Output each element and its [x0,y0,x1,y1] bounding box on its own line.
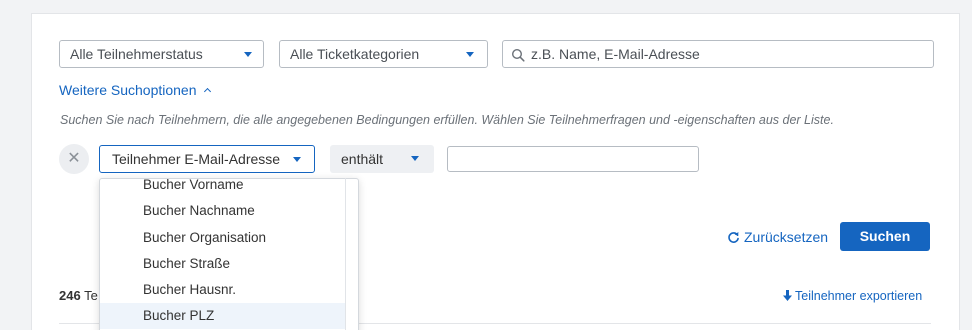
dropdown-item-bucher-strasse[interactable]: Bucher Straße [100,251,345,277]
result-count-suffix: Te [84,288,98,303]
caret-down-icon [411,156,419,161]
export-label: Teilnehmer exportieren [795,289,923,303]
dropdown-scrollbar[interactable] [345,178,346,330]
condition-value-input[interactable] [447,146,699,172]
condition-hint: Suchen Sie nach Teilnehmern, die alle an… [60,113,834,127]
condition-field-select[interactable]: Teilnehmer E-Mail-Adresse [99,145,315,173]
dropdown-item-bucher-vorname[interactable]: Bucher Vorname [100,179,345,198]
status-select[interactable]: Alle Teilnehmerstatus [59,40,264,68]
reset-label: Zurücksetzen [744,229,829,245]
caret-down-icon [244,52,252,57]
search-field[interactable] [502,40,934,68]
ticket-category-select[interactable]: Alle Ticketkategorien [279,40,488,68]
condition-operator-select[interactable]: enthält [330,145,434,173]
condition-field-value: Teilnehmer E-Mail-Adresse [112,151,281,167]
caret-down-icon [293,157,301,162]
export-participants-link[interactable]: Teilnehmer exportieren [783,289,922,303]
ticket-category-select-value: Alle Ticketkategorien [290,46,420,62]
remove-condition-button[interactable]: ✕ [59,144,89,174]
chevron-up-icon [203,87,211,96]
result-count: 246 Te [59,288,98,303]
condition-operator-value: enthält [341,151,384,167]
status-select-value: Alle Teilnehmerstatus [70,46,203,62]
condition-field-dropdown: Bucher Vorname Bucher Nachname Bucher Or… [99,178,359,330]
dropdown-item-bucher-plz[interactable]: Bucher PLZ [100,303,345,329]
search-button-label: Suchen [859,228,911,244]
more-options-label: Weitere Suchoptionen [59,82,197,98]
dropdown-item-bucher-hausnr[interactable]: Bucher Hausnr. [100,277,345,303]
result-count-number: 246 [59,288,81,303]
download-arrow-icon [783,290,792,301]
more-options-toggle[interactable]: Weitere Suchoptionen [59,82,211,98]
refresh-icon [728,232,739,243]
search-icon [511,48,525,62]
reset-button[interactable]: Zurücksetzen [727,229,828,245]
search-input[interactable] [531,41,927,67]
search-button[interactable]: Suchen [840,222,930,251]
dropdown-item-bucher-organisation[interactable]: Bucher Organisation [100,225,345,251]
close-icon: ✕ [67,150,81,167]
dropdown-item-bucher-nachname[interactable]: Bucher Nachname [100,198,345,224]
caret-down-icon [466,52,474,57]
